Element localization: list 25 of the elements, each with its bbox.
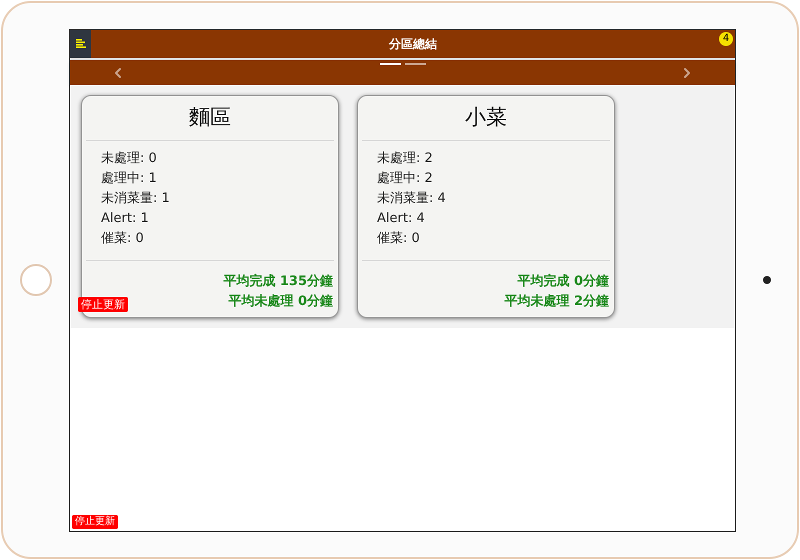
stat-text: Alert: 4 <box>377 210 425 228</box>
stat-text: Alert: 1 <box>101 210 149 228</box>
notification-badge: 4 <box>719 32 733 46</box>
page-indicator[interactable] <box>380 62 400 64</box>
stat-text: 處理中: 1 <box>101 170 157 188</box>
card-title: 麵區 <box>189 104 231 131</box>
stop-update-button[interactable]: 停止更新 <box>78 296 128 312</box>
window-title: 分區總結 <box>389 36 437 52</box>
page-indicator[interactable] <box>404 62 426 64</box>
average-text: 平均完成 0分鐘 <box>517 272 609 290</box>
menu-icon <box>76 39 86 48</box>
average-text: 平均未處理 0分鐘 <box>228 292 333 310</box>
menu-button[interactable] <box>70 30 91 58</box>
average-text: 平均完成 135分鐘 <box>223 272 333 290</box>
average-text: 平均未處理 2分鐘 <box>504 292 609 310</box>
card-title: 小菜 <box>465 104 507 131</box>
stat-text: 未處理: 2 <box>377 150 433 168</box>
stat-text: 處理中: 2 <box>377 170 433 188</box>
stat-text: 未消菜量: 4 <box>377 190 446 208</box>
stop-update-button[interactable]: 停止更新 <box>72 514 118 528</box>
stat-text: 未消菜量: 1 <box>101 190 170 208</box>
stat-text: 催菜: 0 <box>101 230 144 248</box>
stat-text: 未處理: 0 <box>101 150 157 168</box>
stat-text: 催菜: 0 <box>377 230 420 248</box>
camera-icon <box>762 276 770 284</box>
